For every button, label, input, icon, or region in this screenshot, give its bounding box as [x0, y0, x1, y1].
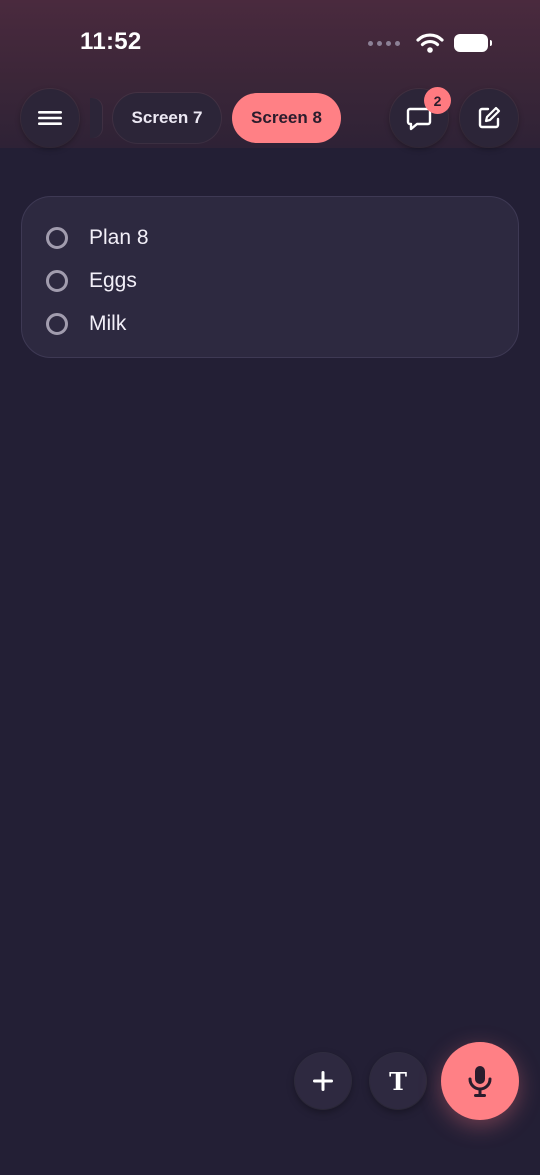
tab-screen-7[interactable]: Screen 7 [113, 93, 221, 143]
comments-badge: 2 [424, 87, 451, 114]
edit-note-icon [478, 106, 501, 129]
edit-button[interactable] [460, 89, 518, 147]
tab-label: Screen 8 [251, 108, 322, 127]
checklist-card: Plan 8 Eggs Milk [21, 196, 519, 358]
text-icon: T [389, 1066, 407, 1096]
status-time: 11:52 [80, 28, 142, 55]
hamburger-icon [38, 111, 62, 125]
app-screen: 11:52 Screen 7 Screen 8 2 Plan 8 Eggs Mi… [0, 0, 540, 1175]
list-item-label: Eggs [89, 268, 137, 292]
plus-icon [313, 1071, 333, 1091]
wifi-icon [416, 33, 444, 53]
list-item-label: Plan 8 [89, 225, 149, 249]
list-item[interactable]: Eggs [22, 259, 518, 302]
tab-label: Screen 7 [131, 108, 203, 127]
voice-input-button[interactable] [441, 1042, 519, 1120]
menu-button[interactable] [21, 89, 79, 147]
status-indicators [368, 32, 492, 54]
microphone-icon [468, 1066, 492, 1097]
battery-icon [454, 34, 492, 52]
list-item[interactable]: Milk [22, 302, 518, 345]
checkbox-circle[interactable] [46, 226, 68, 249]
checkbox-circle[interactable] [46, 312, 68, 335]
text-mode-button[interactable]: T [370, 1053, 426, 1109]
list-item[interactable]: Plan 8 [22, 216, 518, 259]
add-button[interactable] [295, 1053, 351, 1109]
tab-screen-8[interactable]: Screen 8 [232, 93, 341, 143]
tab-scroll-edge [90, 98, 102, 138]
cellular-signal-icon [368, 40, 400, 46]
checkbox-circle[interactable] [46, 269, 68, 292]
list-item-label: Milk [89, 311, 127, 335]
